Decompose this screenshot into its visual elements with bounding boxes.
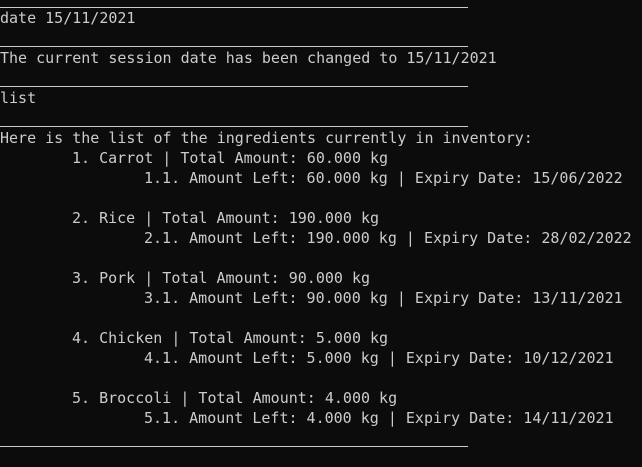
command-date: date 15/11/2021 [0, 9, 136, 27]
ingredient-header: 3. Pork | Total Amount: 90.000 kg [72, 269, 371, 287]
ingredient-header: 4. Chicken | Total Amount: 5.000 kg [72, 329, 389, 347]
separator-line [0, 86, 468, 87]
ingredient-batch: 4.1. Amount Left: 5.000 kg | Expiry Date… [144, 349, 614, 367]
ingredient-header: 5. Broccoli | Total Amount: 4.000 kg [72, 389, 398, 407]
separator-line [0, 126, 468, 127]
separator-line [0, 46, 468, 47]
ingredient-batch: 2.1. Amount Left: 190.000 kg | Expiry Da… [144, 229, 632, 247]
command-list: list [0, 89, 37, 107]
ingredient-batch: 3.1. Amount Left: 90.000 kg | Expiry Dat… [144, 289, 623, 307]
ingredient-header: 2. Rice | Total Amount: 190.000 kg [72, 209, 380, 227]
separator-line [0, 446, 468, 447]
date-changed-message: The current session date has been change… [0, 49, 497, 67]
ingredient-batch: 5.1. Amount Left: 4.000 kg | Expiry Date… [144, 409, 614, 427]
terminal-window: { "session": { "command_date": "date 15/… [0, 0, 642, 467]
ingredient-batch: 1.1. Amount Left: 60.000 kg | Expiry Dat… [144, 169, 623, 187]
ingredient-header: 1. Carrot | Total Amount: 60.000 kg [72, 149, 389, 167]
list-intro: Here is the list of the ingredients curr… [0, 129, 533, 147]
